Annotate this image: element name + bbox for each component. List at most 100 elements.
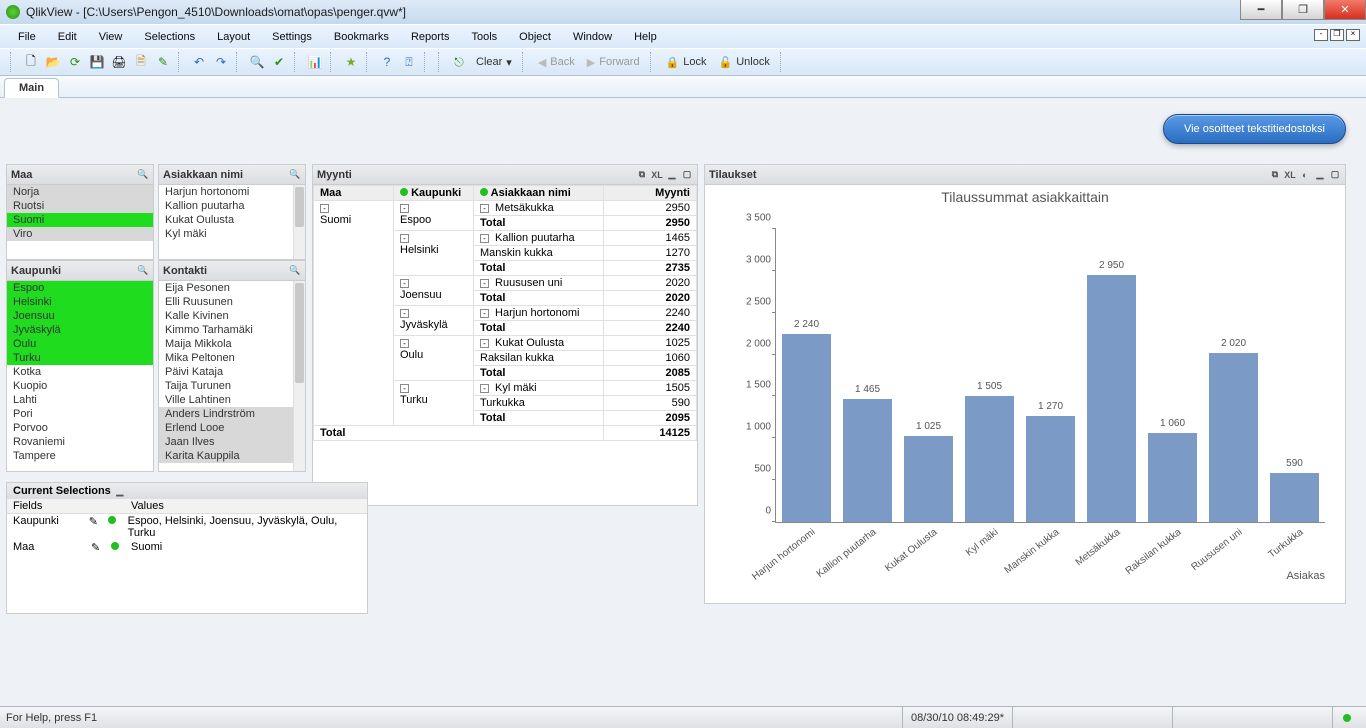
detach-icon[interactable]: ⧉ <box>1269 169 1281 181</box>
menu-edit[interactable]: Edit <box>50 29 85 45</box>
menu-window[interactable]: Window <box>565 29 620 45</box>
collapse-icon[interactable]: - <box>400 204 409 213</box>
chart-bar[interactable]: 1 465 Kallion puutarha <box>837 229 898 522</box>
list-item[interactable]: Ville Lahtinen <box>159 393 305 407</box>
list-item[interactable]: Kyl mäki <box>159 227 305 241</box>
mdi-restore-button[interactable]: ❐ <box>1330 29 1344 41</box>
undo-icon[interactable]: ↶ <box>190 53 208 71</box>
menu-tools[interactable]: Tools <box>463 29 505 45</box>
back-button[interactable]: ◀Back <box>532 54 581 71</box>
menu-layout[interactable]: Layout <box>209 29 258 45</box>
chart-bar[interactable]: 1 060 Raksilan kukka <box>1142 229 1203 522</box>
xl-export-icon[interactable]: XL <box>1284 169 1296 181</box>
list-item[interactable]: Tampere <box>7 449 153 463</box>
tab-main[interactable]: Main <box>4 78 59 98</box>
collapse-icon[interactable]: - <box>480 204 489 213</box>
pivot-table[interactable]: Maa Kaupunki Asiakkaan nimi Myynti -Suom… <box>313 185 697 441</box>
minimize-icon[interactable]: ▁ <box>1314 169 1326 181</box>
chart-tilaukset[interactable]: Tilaukset ⧉ XL ◐ ▁ ▢ Tilaussummat asiakk… <box>704 164 1346 604</box>
menu-selections[interactable]: Selections <box>136 29 203 45</box>
chart-bar[interactable]: 1 270 Manskin kukka <box>1020 229 1081 522</box>
clear-all-icon[interactable]: ⎋ <box>450 53 468 71</box>
save-icon[interactable]: 💾 <box>88 53 106 71</box>
list-item[interactable]: Harjun hortonomi <box>159 185 305 199</box>
menu-bookmarks[interactable]: Bookmarks <box>326 29 397 45</box>
unlock-button[interactable]: 🔓Unlock <box>713 54 776 71</box>
scrollbar[interactable] <box>293 281 305 471</box>
quick-chart-icon[interactable]: 📊 <box>306 53 324 71</box>
list-item[interactable]: Helsinki <box>7 295 153 309</box>
search-icon[interactable]: 🔍 <box>289 265 301 277</box>
new-file-icon[interactable]: 🗋 <box>22 53 40 71</box>
chart-bar[interactable]: 590 Turkukka <box>1264 229 1325 522</box>
selection-check-icon[interactable]: ✔ <box>270 53 288 71</box>
list-item[interactable]: Oulu <box>7 337 153 351</box>
list-item[interactable]: Ruotsi <box>7 199 153 213</box>
collapse-icon[interactable]: - <box>480 339 489 348</box>
maximize-icon[interactable]: ▢ <box>1329 169 1341 181</box>
list-item[interactable]: Rovaniemi <box>7 435 153 449</box>
current-selections-box[interactable]: Current Selections▁ FieldsValues Kaupunk… <box>6 482 368 614</box>
collapse-icon[interactable]: - <box>400 384 409 393</box>
menu-object[interactable]: Object <box>511 29 559 45</box>
fast-change-icon[interactable]: ◐ <box>1299 169 1311 181</box>
forward-button[interactable]: ▶Forward <box>581 54 646 71</box>
collapse-icon[interactable]: - <box>480 279 489 288</box>
list-item[interactable]: Mika Peltonen <box>159 351 305 365</box>
list-item[interactable]: Viro <box>7 227 153 241</box>
collapse-icon[interactable]: - <box>480 234 489 243</box>
list-item[interactable]: Eija Pesonen <box>159 281 305 295</box>
collapse-icon[interactable]: - <box>400 279 409 288</box>
collapse-icon[interactable]: - <box>320 204 329 213</box>
minimize-icon[interactable]: ▁ <box>114 485 126 497</box>
chart-bar[interactable]: 1 505 Kyl mäki <box>959 229 1020 522</box>
edit-script-icon[interactable]: ✎ <box>154 53 172 71</box>
mdi-close-button[interactable]: × <box>1346 29 1360 41</box>
window-close-button[interactable]: ✕ <box>1324 0 1366 20</box>
list-item[interactable]: Joensuu <box>7 309 153 323</box>
list-item[interactable]: Elli Ruusunen <box>159 295 305 309</box>
listbox-maa[interactable]: Maa🔍 NorjaRuotsiSuomiViro <box>6 164 154 260</box>
lock-button[interactable]: 🔒Lock <box>660 54 713 71</box>
chart-bar[interactable]: 1 025 Kukat Oulusta <box>898 229 959 522</box>
menu-file[interactable]: File <box>10 29 44 45</box>
search-icon[interactable]: 🔍 <box>137 169 149 181</box>
eraser-icon[interactable]: ✎ <box>91 542 100 554</box>
redo-icon[interactable]: ↷ <box>212 53 230 71</box>
list-item[interactable]: Norja <box>7 185 153 199</box>
chart-bar[interactable]: 2 950 Metsäkukka <box>1081 229 1142 522</box>
list-item[interactable]: Porvoo <box>7 421 153 435</box>
search-icon[interactable]: 🔍 <box>137 265 149 277</box>
listbox-asiakas[interactable]: Asiakkaan nimi🔍 Harjun hortonomiKallion … <box>158 164 306 260</box>
collapse-icon[interactable]: - <box>400 309 409 318</box>
chart-bar[interactable]: 2 020 Ruususen uni <box>1203 229 1264 522</box>
bookmark-add-icon[interactable]: ★ <box>342 53 360 71</box>
export-addresses-button[interactable]: Vie osoitteet tekstitiedostoksi <box>1163 114 1346 144</box>
list-item[interactable]: Erlend Looe <box>159 421 305 435</box>
print-preview-icon[interactable]: 🗎 <box>132 53 150 71</box>
eraser-icon[interactable]: ✎ <box>89 516 98 528</box>
listbox-kaupunki[interactable]: Kaupunki🔍 EspooHelsinkiJoensuuJyväskyläO… <box>6 260 154 472</box>
pivot-myynti[interactable]: Myynti ⧉ XL ▁ ▢ Maa Kaupunki Asiakkaan n… <box>312 164 698 506</box>
list-item[interactable]: Espoo <box>7 281 153 295</box>
open-file-icon[interactable]: 📂 <box>44 53 62 71</box>
help-icon[interactable]: ? <box>378 53 396 71</box>
list-item[interactable]: Kotka <box>7 365 153 379</box>
list-item[interactable]: Taija Turunen <box>159 379 305 393</box>
scrollbar[interactable] <box>293 185 305 259</box>
list-item[interactable]: Lahti <box>7 393 153 407</box>
list-item[interactable]: Kukat Oulusta <box>159 213 305 227</box>
list-item[interactable]: Kuopio <box>7 379 153 393</box>
listbox-kontakti[interactable]: Kontakti🔍 Eija PesonenElli RuusunenKalle… <box>158 260 306 472</box>
menu-reports[interactable]: Reports <box>403 29 458 45</box>
clear-button[interactable]: Clear ▾ <box>470 54 518 71</box>
collapse-icon[interactable]: - <box>480 384 489 393</box>
list-item[interactable]: Kalle Kivinen <box>159 309 305 323</box>
print-icon[interactable]: 🖨 <box>110 53 128 71</box>
list-item[interactable]: Pori <box>7 407 153 421</box>
list-item[interactable]: Suomi <box>7 213 153 227</box>
xl-export-icon[interactable]: XL <box>651 169 663 181</box>
list-item[interactable]: Karita Kauppila <box>159 449 305 463</box>
list-item[interactable]: Jyväskylä <box>7 323 153 337</box>
menu-view[interactable]: View <box>91 29 131 45</box>
